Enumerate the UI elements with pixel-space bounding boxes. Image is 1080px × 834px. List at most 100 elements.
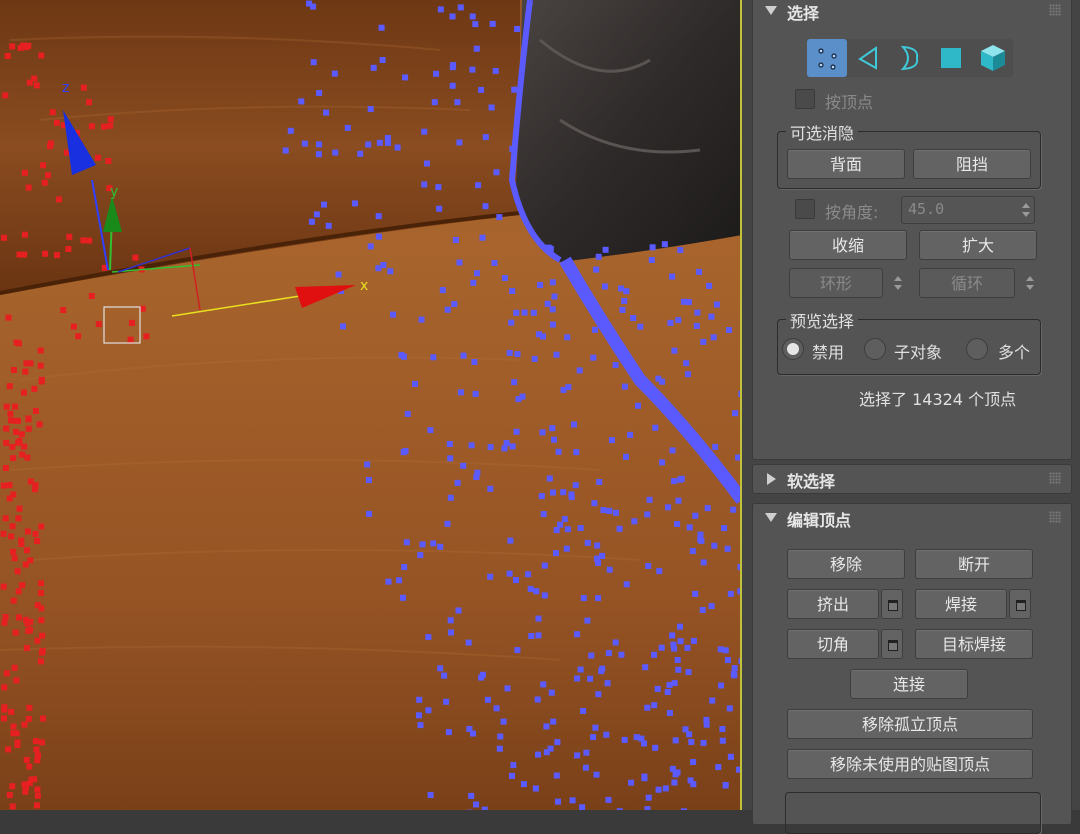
- weight-group: [785, 792, 1041, 834]
- remove-button[interactable]: 移除: [787, 549, 905, 579]
- vertex-dot: [659, 645, 665, 651]
- vertex-dot: [26, 426, 32, 432]
- vertex-dot: [311, 59, 317, 65]
- vertex-dot: [283, 148, 289, 154]
- vertex-dot: [719, 726, 725, 732]
- vertex-dot: [603, 732, 609, 738]
- vertex-dot: [316, 141, 322, 147]
- element-icon[interactable]: [973, 39, 1013, 77]
- vertex-dot: [456, 140, 462, 146]
- vertex-dot: [21, 444, 27, 450]
- remove-unused-map-vertices-button[interactable]: 移除未使用的贴图顶点: [787, 749, 1033, 779]
- shrink-button[interactable]: 收缩: [789, 230, 907, 260]
- by-vertex-checkbox[interactable]: [795, 89, 815, 109]
- drag-grip-icon[interactable]: [1049, 472, 1061, 484]
- vertex-dot: [701, 740, 707, 746]
- vertex-dot: [128, 337, 134, 343]
- vertex-dot: [686, 299, 692, 305]
- preview-multi-radio[interactable]: [966, 338, 988, 360]
- vertex-dot: [700, 339, 706, 345]
- vertex-dot: [298, 98, 304, 104]
- ring-button[interactable]: 环形: [789, 268, 883, 298]
- vertex-dot: [554, 527, 560, 533]
- vertex-dot: [9, 444, 15, 450]
- ring-spinner-icon[interactable]: [891, 270, 905, 296]
- vertex-dot: [26, 716, 32, 722]
- vertex-dot: [628, 780, 634, 786]
- vertex-dot: [622, 384, 628, 390]
- vertex-dot: [670, 766, 676, 772]
- vertex-dot: [700, 607, 706, 613]
- preview-off-radio[interactable]: [782, 338, 804, 360]
- vertex-dot: [514, 429, 520, 435]
- vertex-dot: [38, 53, 44, 59]
- connect-button[interactable]: 连接: [850, 669, 968, 699]
- break-button[interactable]: 断开: [915, 549, 1033, 579]
- by-angle-checkbox[interactable]: [795, 199, 815, 219]
- vertex-dot: [424, 161, 430, 167]
- vertex-dot: [461, 353, 467, 359]
- vertex-dot: [637, 324, 643, 330]
- vertex-dot: [34, 638, 40, 644]
- vertex-dot: [490, 21, 496, 27]
- vertex-dot: [4, 670, 10, 676]
- vertex-dot: [38, 580, 44, 586]
- vertex-dot: [670, 447, 676, 453]
- vertex-dot: [552, 294, 558, 300]
- vertex-dot: [627, 432, 633, 438]
- vertex-dot: [468, 793, 474, 799]
- vertex-dot: [418, 722, 424, 728]
- vertex-dot: [441, 673, 447, 679]
- viewport-canvas[interactable]: z y x: [0, 0, 742, 810]
- vertex-dot: [579, 804, 585, 810]
- weld-button[interactable]: 焊接: [915, 589, 1007, 619]
- vertex-dot: [108, 116, 114, 122]
- edge-icon[interactable]: [849, 39, 889, 77]
- vertex-dot: [513, 310, 519, 316]
- chamfer-button[interactable]: 切角: [787, 629, 879, 659]
- vertex-dot: [489, 105, 495, 111]
- vertex-dot: [35, 793, 41, 799]
- polygon-icon[interactable]: [931, 39, 971, 77]
- selection-rollout-header[interactable]: 选择: [753, 0, 1071, 25]
- backface-button[interactable]: 背面: [787, 149, 905, 179]
- vertex-dot: [583, 750, 589, 756]
- extrude-button[interactable]: 挤出: [787, 589, 879, 619]
- grow-button[interactable]: 扩大: [919, 230, 1037, 260]
- vertex-dot: [507, 571, 513, 577]
- viewport[interactable]: z y x: [0, 0, 742, 810]
- angle-spinner[interactable]: 45.0: [901, 196, 1035, 224]
- vertex-dot: [511, 379, 517, 385]
- vertex-dot: [332, 150, 338, 156]
- vertex-dot: [688, 777, 694, 783]
- vertex-dot: [1, 715, 7, 721]
- spinner-arrows-icon[interactable]: [1019, 197, 1033, 223]
- soft-selection-rollout-header[interactable]: 软选择: [753, 465, 1071, 493]
- occluded-button[interactable]: 阻挡: [913, 149, 1031, 179]
- vertex-dot: [595, 691, 601, 697]
- preview-subobject-radio[interactable]: [864, 338, 886, 360]
- vertex-dot: [478, 87, 484, 93]
- vertex-dot: [718, 683, 724, 689]
- vertex-dot: [455, 480, 461, 486]
- border-icon[interactable]: [889, 39, 929, 77]
- loop-button[interactable]: 循环: [919, 268, 1015, 298]
- chamfer-settings-icon[interactable]: [881, 629, 903, 659]
- vertex-dot: [647, 497, 653, 503]
- extrude-settings-icon[interactable]: [881, 589, 903, 619]
- rollout-title: 编辑顶点: [787, 507, 851, 531]
- drag-grip-icon[interactable]: [1049, 4, 1061, 16]
- drag-grip-icon[interactable]: [1049, 511, 1061, 523]
- expand-icon: [767, 473, 776, 485]
- loop-spinner-icon[interactable]: [1023, 270, 1037, 296]
- remove-isolated-vertices-button[interactable]: 移除孤立顶点: [787, 709, 1033, 739]
- vertex-dot: [601, 507, 607, 513]
- vertex-icon[interactable]: [807, 39, 847, 77]
- target-weld-button[interactable]: 目标焊接: [915, 629, 1033, 659]
- vertex-dot: [340, 323, 346, 329]
- vertex-dot: [13, 630, 19, 636]
- weld-settings-icon[interactable]: [1009, 589, 1031, 619]
- vertex-dot: [10, 455, 16, 461]
- edit-vertices-rollout-header[interactable]: 编辑顶点: [753, 504, 1071, 532]
- vertex-dot: [645, 563, 651, 569]
